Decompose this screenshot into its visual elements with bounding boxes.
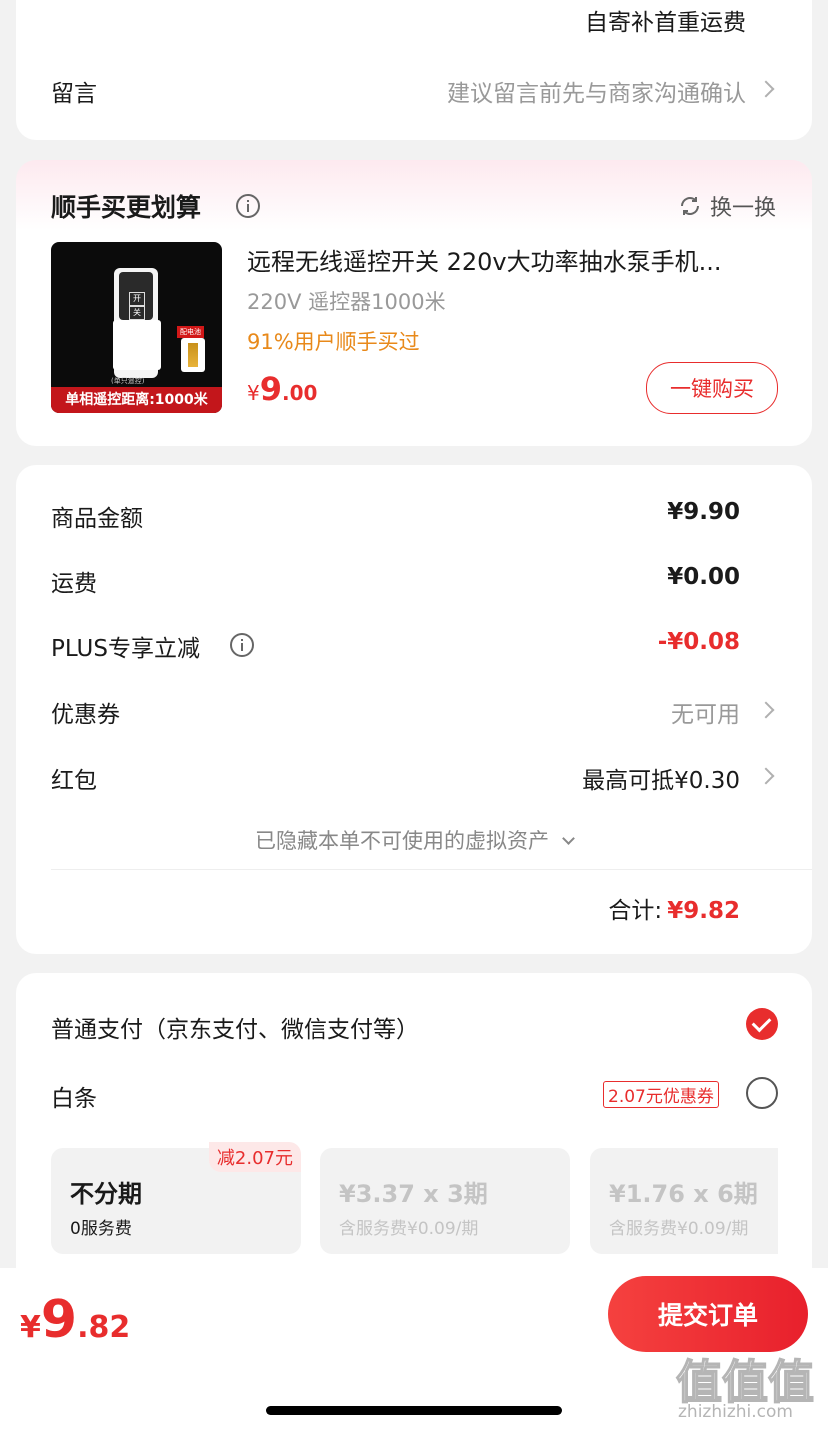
image-caption: (单只遥控) bbox=[111, 377, 145, 385]
plan-title: ¥3.37 x 3期 bbox=[339, 1180, 488, 1208]
price-decimal: .00 bbox=[282, 381, 318, 405]
coupon-label: 优惠券 bbox=[51, 702, 120, 728]
normal-pay-label: 普通支付（京东支付、微信支付等） bbox=[51, 1017, 419, 1043]
hidden-assets-toggle[interactable]: 已隐藏本单不可使用的虚拟资产 bbox=[16, 825, 812, 855]
plan-subtitle: 含服务费¥0.09/期 bbox=[609, 1219, 749, 1239]
message-placeholder[interactable]: 建议留言前先与商家沟通确认 bbox=[447, 74, 746, 108]
baitiao-label: 白条 bbox=[51, 1086, 97, 1112]
plan-3-installments[interactable]: ¥3.37 x 3期 含服务费¥0.09/期 bbox=[320, 1148, 570, 1254]
upsell-title: 顺手买更划算 bbox=[51, 193, 202, 222]
total-price: ¥9.82 bbox=[20, 1290, 130, 1350]
shipping-note: 自寄补首重运费 bbox=[585, 10, 746, 36]
submit-order-button[interactable]: 提交订单 bbox=[608, 1276, 808, 1352]
product-name[interactable]: 远程无线遥控开关 220v大功率抽水泵手机... bbox=[247, 242, 722, 277]
plan-title: 不分期 bbox=[70, 1180, 142, 1208]
product-price: ¥9.00 bbox=[247, 370, 317, 408]
price-integer: 9 bbox=[40, 1290, 78, 1350]
plan-6-installments[interactable]: ¥1.76 x 6期 含服务费¥0.09/期 bbox=[590, 1148, 778, 1254]
chevron-down-icon bbox=[562, 832, 575, 845]
info-icon[interactable] bbox=[236, 194, 260, 218]
address-card: 自寄补首重运费 留言 建议留言前先与商家沟通确认 bbox=[16, 0, 812, 140]
product-spec: 220V 遥控器1000米 bbox=[247, 290, 446, 314]
plus-discount-value: -¥0.08 bbox=[657, 629, 740, 655]
plus-discount-label: PLUS专享立减 bbox=[51, 636, 200, 662]
buy-now-button[interactable]: 一键购买 bbox=[646, 362, 778, 414]
summary-row-plus: PLUS专享立减 -¥0.08 bbox=[16, 465, 812, 662]
unchecked-radio-icon[interactable] bbox=[746, 1077, 778, 1109]
baitiao-coupon-badge: 2.07元优惠券 bbox=[603, 1081, 719, 1108]
total-label: 合计: bbox=[608, 898, 663, 924]
watermark-url: zhizhizhi.com bbox=[678, 1402, 793, 1422]
redpacket-value: 最高可抵¥0.30 bbox=[582, 768, 740, 794]
chevron-right-icon bbox=[757, 701, 775, 719]
price-currency: ¥ bbox=[20, 1310, 41, 1345]
home-indicator bbox=[266, 1406, 562, 1415]
plan-none[interactable]: 减2.07元 不分期 0服务费 bbox=[51, 1142, 301, 1254]
coupon-value: 无可用 bbox=[671, 702, 740, 728]
social-proof: 91%用户顺手买过 bbox=[247, 330, 420, 354]
price-integer: 9 bbox=[259, 370, 282, 408]
receiver-body bbox=[113, 320, 161, 370]
battery-tag: 配电池 bbox=[177, 326, 204, 338]
submit-order-label: 提交订单 bbox=[657, 1301, 758, 1330]
goods-amount-label: 商品金额 bbox=[51, 506, 143, 532]
price-decimal: .82 bbox=[77, 1310, 131, 1345]
redpacket-label: 红包 bbox=[51, 768, 97, 794]
plan-subtitle: 0服务费 bbox=[70, 1219, 132, 1239]
image-banner: 单相遥控距离:1000米 bbox=[51, 387, 222, 413]
plan-badge: 减2.07元 bbox=[208, 1142, 301, 1172]
chevron-right-icon bbox=[757, 80, 775, 98]
battery-icon bbox=[181, 338, 205, 372]
message-label: 留言 bbox=[51, 81, 97, 107]
shipping-label: 运费 bbox=[51, 571, 97, 597]
product-image[interactable]: 开 关 (单只遥控) 配电池 单相遥控距离:1000米 bbox=[51, 242, 222, 413]
plan-title: ¥1.76 x 6期 bbox=[609, 1180, 758, 1208]
total-row: 合计: ¥9.82 bbox=[608, 891, 740, 925]
checked-radio-icon[interactable] bbox=[746, 1008, 778, 1040]
refresh-icon bbox=[680, 197, 699, 215]
remote-close-button: 关 bbox=[129, 306, 145, 320]
divider bbox=[51, 869, 812, 870]
plan-subtitle: 含服务费¥0.09/期 bbox=[339, 1219, 479, 1239]
hidden-assets-label: 已隐藏本单不可使用的虚拟资产 bbox=[254, 829, 549, 853]
upsell-card: 顺手买更划算 换一换 开 关 (单只遥控) 配电池 单相遥控距离:1000米 远… bbox=[16, 160, 812, 446]
remote-open-button: 开 bbox=[129, 292, 145, 306]
refresh-button[interactable]: 换一换 bbox=[678, 190, 776, 222]
shipping-value: ¥0.00 bbox=[667, 564, 740, 590]
price-currency: ¥ bbox=[247, 381, 260, 405]
goods-amount-value: ¥9.90 bbox=[667, 499, 740, 525]
buy-now-label: 一键购买 bbox=[670, 377, 754, 401]
order-summary-card: 商品金额 ¥9.90 运费 ¥0.00 PLUS专享立减 -¥0.08 优惠券 … bbox=[16, 465, 812, 954]
bottom-bar: ¥9.82 提交订单 值值值 zhizhizhi.com bbox=[0, 1268, 828, 1430]
total-value: ¥9.82 bbox=[667, 898, 740, 924]
chevron-right-icon bbox=[757, 767, 775, 785]
refresh-label: 换一换 bbox=[709, 196, 776, 221]
info-icon[interactable] bbox=[230, 633, 254, 657]
